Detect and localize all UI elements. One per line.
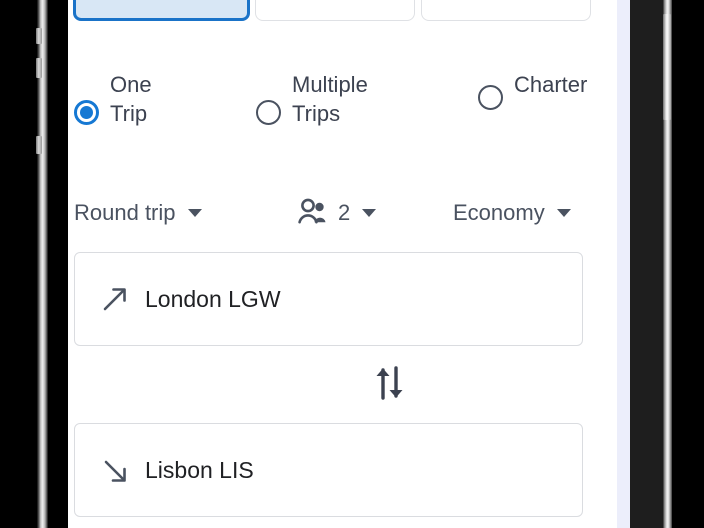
phone-right-bezel	[630, 0, 664, 528]
passengers-count: 2	[338, 200, 351, 225]
passengers-dropdown[interactable]: 2	[298, 196, 377, 230]
origin-value: London LGW	[145, 285, 281, 312]
tab-strip: ...	[68, 0, 617, 22]
radio-multiple-trips-label: Multiple Trips	[292, 72, 368, 127]
origin-field[interactable]: London LGW	[74, 252, 583, 346]
trip-type-radio-group: One Trip Multiple Trips Charter	[68, 70, 617, 140]
phone-mockup: ... One Trip Multiple Trips Charter Roun…	[0, 0, 704, 528]
tab-flights[interactable]	[73, 0, 250, 21]
cabin-class-value: Economy	[453, 200, 545, 225]
chevron-down-icon	[556, 209, 571, 217]
screen-right-gutter	[617, 0, 630, 528]
tab-second[interactable]	[255, 0, 415, 21]
search-options-row: Round trip 2 Economy	[68, 196, 617, 238]
radio-one-trip[interactable]: One Trip	[74, 70, 184, 129]
backdrop-right	[672, 0, 704, 528]
swap-airports-button[interactable]	[364, 360, 416, 410]
trip-mode-dropdown[interactable]: Round trip	[74, 196, 202, 230]
chevron-down-icon	[362, 209, 377, 217]
radio-charter-mark[interactable]	[478, 85, 503, 111]
arrow-down-right-icon	[97, 455, 133, 485]
chevron-down-icon	[187, 209, 202, 217]
destination-field[interactable]: Lisbon LIS	[74, 423, 583, 517]
trip-mode-value: Round trip	[74, 200, 176, 225]
radio-multiple-trips-mark[interactable]	[256, 99, 281, 125]
swap-vertical-icon	[370, 362, 410, 409]
destination-value: Lisbon LIS	[145, 456, 254, 483]
people-icon	[298, 198, 328, 229]
volume-up-button[interactable]	[36, 58, 42, 78]
volume-down-button[interactable]	[36, 136, 42, 154]
phone-screen: ... One Trip Multiple Trips Charter Roun…	[68, 0, 617, 528]
radio-one-trip-mark[interactable]	[74, 99, 99, 125]
cabin-class-dropdown[interactable]: Economy	[453, 196, 571, 230]
radio-charter[interactable]: Charter	[478, 70, 613, 111]
phone-left-frame	[0, 0, 68, 528]
radio-one-trip-label: One Trip	[110, 72, 152, 127]
tab-third[interactable]: ...	[421, 0, 591, 21]
arrow-up-right-icon	[97, 284, 133, 314]
phone-left-edge	[37, 0, 48, 528]
radio-multiple-trips[interactable]: Multiple Trips	[256, 70, 386, 129]
silent-switch[interactable]	[36, 28, 42, 44]
power-button[interactable]	[663, 14, 671, 120]
radio-charter-label: Charter	[514, 72, 588, 97]
